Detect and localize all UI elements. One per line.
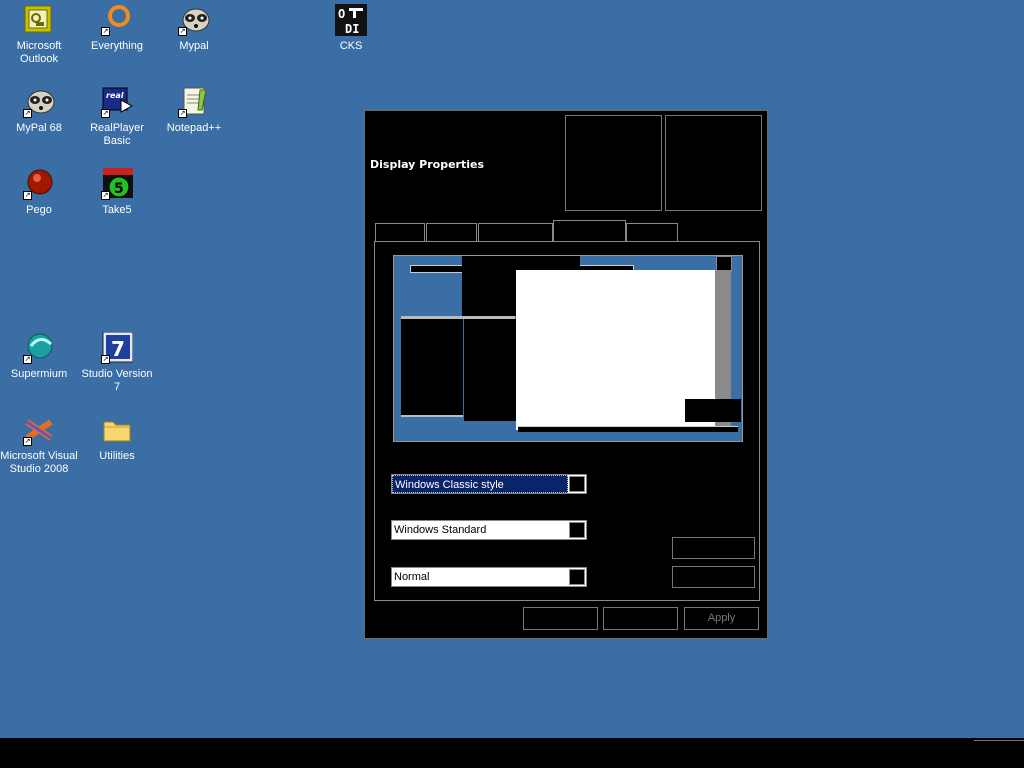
- desktop-icon-everything[interactable]: ↗ Everything: [78, 4, 156, 53]
- mypal-icon: ↗: [178, 4, 210, 36]
- shortcut-arrow-icon: ↗: [178, 27, 187, 36]
- mypal68-icon: ↗: [23, 86, 55, 118]
- desktop-icon-notepadpp[interactable]: ↗ Notepad++: [155, 86, 233, 135]
- desktop-icon-studio7[interactable]: 7 ↗ Studio Version 7: [78, 331, 156, 394]
- chevron-down-icon[interactable]: [569, 522, 585, 538]
- chevron-down-icon[interactable]: [569, 476, 585, 492]
- desktop-icon-label: CKS: [339, 40, 363, 52]
- shortcut-arrow-icon: ↗: [101, 191, 110, 200]
- desktop-icon-label: Take5: [102, 204, 132, 216]
- taskbar: [0, 738, 1024, 768]
- desktop-icon-label: RealPlayer Basic: [90, 122, 144, 147]
- apply-button[interactable]: Apply: [684, 607, 759, 630]
- studio7-glyph-text: 7: [111, 337, 125, 361]
- outlook-icon: [23, 4, 55, 36]
- shortcut-arrow-icon: ↗: [101, 355, 110, 364]
- desktop-icon-label: MyPal 68: [16, 122, 62, 134]
- shortcut-arrow-icon: ↗: [101, 27, 110, 36]
- color-scheme-value: Windows Standard: [394, 524, 487, 536]
- preview-left-pane: [401, 319, 463, 417]
- windows-and-buttons-value: Windows Classic style: [392, 475, 568, 493]
- chevron-down-icon[interactable]: [569, 569, 585, 585]
- supermium-icon: ↗: [23, 332, 55, 364]
- realplayer-icon: real ↗: [101, 86, 134, 118]
- appearance-preview: [393, 255, 743, 442]
- folder-icon: [101, 414, 133, 446]
- tab-5[interactable]: [626, 223, 678, 242]
- tab-1[interactable]: [375, 223, 425, 242]
- cks-icon: O DI: [335, 4, 367, 36]
- take5-icon: 5 ↗: [101, 168, 133, 200]
- desktop-icon-label: Studio Version 7: [81, 368, 153, 393]
- advanced-button[interactable]: [672, 566, 755, 588]
- shortcut-arrow-icon: ↗: [23, 355, 32, 364]
- desktop-icon-supermium[interactable]: ↗ Supermium: [0, 332, 78, 381]
- title-button-1[interactable]: [565, 115, 662, 211]
- desktop-icon-utilities[interactable]: Utilities: [78, 414, 156, 463]
- tab-panel: Windows Classic style Windows Standard N…: [374, 241, 760, 601]
- desktop-icon-pego[interactable]: ↗ Pego: [0, 168, 78, 217]
- color-scheme-select[interactable]: Windows Standard: [391, 520, 587, 540]
- shortcut-arrow-icon: ↗: [101, 109, 110, 118]
- notepadpp-icon: ↗: [178, 86, 210, 118]
- everything-icon: ↗: [101, 4, 133, 36]
- shortcut-arrow-icon: ↗: [23, 191, 32, 200]
- tab-appearance[interactable]: [553, 220, 626, 242]
- desktop-icon-label: Utilities: [99, 450, 135, 462]
- desktop-icon-mypal68[interactable]: ↗ MyPal 68: [0, 86, 78, 135]
- shortcut-arrow-icon: ↗: [23, 437, 32, 446]
- desktop-icon-cks[interactable]: O DI CKS: [312, 4, 390, 53]
- preview-bottom-bar: [518, 426, 738, 432]
- preview-ok-button: [685, 399, 741, 422]
- tab-3[interactable]: [478, 223, 553, 242]
- tab-2[interactable]: [426, 223, 477, 242]
- desktop-icon-visual-studio[interactable]: ↗ Microsoft Visual Studio 2008: [0, 414, 78, 476]
- real-glyph-text: real: [106, 91, 124, 100]
- system-tray: [974, 740, 1024, 741]
- effects-button[interactable]: [672, 537, 755, 559]
- font-size-select[interactable]: Normal: [391, 567, 587, 587]
- desktop-icon-outlook[interactable]: Microsoft Outlook: [0, 4, 78, 66]
- visual-studio-icon: ↗: [23, 414, 55, 446]
- cancel-button[interactable]: [603, 607, 678, 630]
- studio7-icon: 7 ↗: [101, 331, 134, 364]
- cks-glyph-top: O: [338, 7, 345, 21]
- display-properties-dialog: Display Properties Windows Classic style: [364, 110, 768, 639]
- shortcut-arrow-icon: ↗: [23, 109, 32, 118]
- ok-button[interactable]: [523, 607, 598, 630]
- desktop-icon-mypal[interactable]: ↗ Mypal: [155, 4, 233, 53]
- desktop-icon-take5[interactable]: 5 ↗ Take5: [78, 168, 156, 217]
- cks-glyph-bottom: DI: [345, 22, 359, 36]
- desktop-icon-realplayer[interactable]: real ↗ RealPlayer Basic: [78, 86, 156, 148]
- title-button-2[interactable]: [665, 115, 762, 211]
- desktop-icon-label: Everything: [91, 40, 143, 52]
- desktop-icon-label: Microsoft Visual Studio 2008: [0, 450, 78, 475]
- desktop-icon-label: Notepad++: [166, 122, 222, 134]
- shortcut-arrow-icon: ↗: [178, 109, 187, 118]
- desktop-icon-label: Pego: [26, 204, 52, 216]
- windows-and-buttons-select[interactable]: Windows Classic style: [391, 474, 587, 494]
- font-size-value: Normal: [394, 571, 430, 583]
- take5-glyph-text: 5: [114, 181, 124, 197]
- desktop-icon-label: Mypal: [179, 40, 209, 52]
- pego-icon: ↗: [23, 168, 55, 200]
- preview-edge: [732, 270, 735, 326]
- desktop-icon-label: Microsoft Outlook: [16, 40, 62, 65]
- desktop-icon-label: Supermium: [10, 368, 68, 380]
- preview-mid-pane: [464, 319, 516, 421]
- dialog-title: Display Properties: [370, 158, 485, 171]
